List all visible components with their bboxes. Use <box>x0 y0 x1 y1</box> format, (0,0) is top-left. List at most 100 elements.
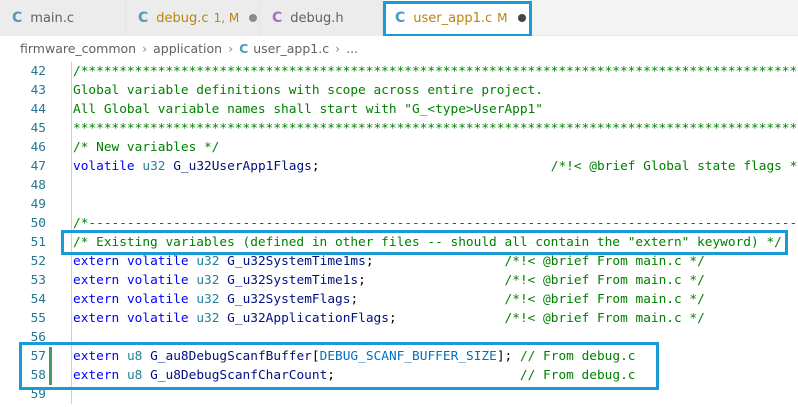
code-token: ; <box>311 159 551 174</box>
indent-guide <box>71 176 72 195</box>
line-number: 46 <box>30 140 46 155</box>
line-number: 47 <box>30 159 46 174</box>
code-text: /***************************************… <box>73 62 798 81</box>
line-number: 52 <box>30 254 46 269</box>
code-token: volatile <box>126 273 189 288</box>
indent-guide <box>71 290 72 309</box>
code-token: ; <box>350 292 505 307</box>
breadcrumb-more[interactable]: ... <box>346 41 358 56</box>
code-line[interactable]: 54 extern volatile u32 G_u32SystemFlags; … <box>0 290 798 309</box>
line-number: 44 <box>30 102 46 117</box>
tab-debug-c[interactable]: C debug.c 1, M <box>126 0 260 36</box>
line-number: 55 <box>30 311 46 326</box>
code-token: All Global variable names shall start wi… <box>73 102 543 117</box>
tab-main-c[interactable]: C main.c <box>0 0 126 36</box>
code-token: /*!< @brief From main.c */ <box>504 311 705 326</box>
line-number: 49 <box>30 197 46 212</box>
code-token: G_u32UserApp1Flags <box>173 159 312 174</box>
code-token: /*!< @brief Global state flags */ <box>550 159 798 174</box>
code-token: u32 <box>196 292 220 307</box>
chevron-right-icon: › <box>142 40 148 56</box>
code-token: u32 <box>142 159 166 174</box>
indent-guide <box>71 271 72 290</box>
code-token: /***************************************… <box>73 64 798 79</box>
code-token: volatile <box>126 254 189 269</box>
breadcrumb-folder-application[interactable]: application <box>153 41 222 56</box>
tab-highlight-box <box>383 1 532 37</box>
tab-debug-h[interactable]: C debug.h <box>260 0 383 36</box>
code-text: ****************************************… <box>73 119 798 138</box>
code-token: G_u32SystemTime1ms <box>227 254 366 269</box>
tab-status-badge: 1, M <box>213 11 240 25</box>
code-token: extern <box>73 273 120 288</box>
line-number: 42 <box>30 64 46 79</box>
code-text: Global variable definitions with scope a… <box>73 81 543 100</box>
code-line[interactable]: 42 /*************************************… <box>0 62 798 81</box>
code-text: volatile u32 G_u32UserApp1Flags; /*!< @b… <box>73 157 798 176</box>
c-file-icon: C <box>12 10 23 26</box>
code-token: ****************************************… <box>73 121 798 136</box>
code-token: /*!< @brief From main.c */ <box>504 292 705 307</box>
code-text: All Global variable names shall start wi… <box>73 100 543 119</box>
chevron-right-icon: › <box>228 40 234 56</box>
code-token: extern <box>73 311 120 326</box>
code-token: volatile <box>73 159 135 174</box>
unsaved-dot-icon[interactable] <box>249 14 258 22</box>
indent-guide <box>71 157 72 176</box>
breadcrumb-file[interactable]: user_app1.c <box>253 41 329 56</box>
code-line[interactable]: 46 /* New variables */ <box>0 138 798 157</box>
code-line[interactable]: 49 <box>0 195 798 214</box>
code-line[interactable]: 45 **************************************… <box>0 119 798 138</box>
code-line[interactable]: 44 All Global variable names shall start … <box>0 100 798 119</box>
code-token: ; <box>365 254 505 269</box>
code-token: /*!< @brief From main.c */ <box>504 273 705 288</box>
code-line[interactable]: 48 <box>0 176 798 195</box>
code-text: extern volatile u32 G_u32SystemTime1s; /… <box>73 271 705 290</box>
breadcrumb: firmware_common › application › C user_a… <box>0 36 798 60</box>
line-number: 50 <box>30 216 46 231</box>
h-file-icon: C <box>272 10 283 26</box>
code-text: extern volatile u32 G_u32ApplicationFlag… <box>73 309 705 328</box>
chevron-right-icon: › <box>335 40 341 56</box>
code-line[interactable]: 47 volatile u32 G_u32UserApp1Flags; /*!< … <box>0 157 798 176</box>
code-token: ; <box>388 311 505 326</box>
code-token: extern <box>73 254 120 269</box>
indent-guide <box>71 62 72 81</box>
code-line[interactable]: 43 Global variable definitions with scope… <box>0 81 798 100</box>
c-file-icon: C <box>239 40 249 56</box>
code-token: /*--------------------------------------… <box>73 216 798 231</box>
line-number: 45 <box>30 121 46 136</box>
code-token: G_u32SystemFlags <box>227 292 351 307</box>
line-number: 53 <box>30 273 46 288</box>
code-text: extern volatile u32 G_u32SystemFlags; /*… <box>73 290 705 309</box>
indent-guide <box>71 195 72 214</box>
existing-variables-highlight-box <box>61 230 788 255</box>
indent-guide <box>71 309 72 328</box>
code-token: G_u32SystemTime1s <box>227 273 359 288</box>
extern-declarations-highlight-box <box>19 342 659 390</box>
c-file-icon: C <box>138 10 149 26</box>
code-token: /* New variables */ <box>73 140 220 155</box>
code-line[interactable]: 53 extern volatile u32 G_u32SystemTime1s;… <box>0 271 798 290</box>
code-token: volatile <box>126 311 189 326</box>
line-number: 43 <box>30 83 46 98</box>
indent-guide <box>71 119 72 138</box>
line-number: 48 <box>30 178 46 193</box>
code-token: /*!< @brief From main.c */ <box>504 254 705 269</box>
code-token: extern <box>73 292 120 307</box>
code-text: /* New variables */ <box>73 138 219 157</box>
line-number: 54 <box>30 292 46 307</box>
code-line[interactable]: 55 extern volatile u32 G_u32ApplicationFl… <box>0 309 798 328</box>
code-editor[interactable]: 42 /*************************************… <box>0 60 798 407</box>
tab-label: main.c <box>30 10 75 26</box>
breadcrumb-folder-firmware-common[interactable]: firmware_common <box>20 41 136 56</box>
code-token: u32 <box>196 311 220 326</box>
code-token: ; <box>358 273 505 288</box>
line-number: 51 <box>30 235 46 250</box>
